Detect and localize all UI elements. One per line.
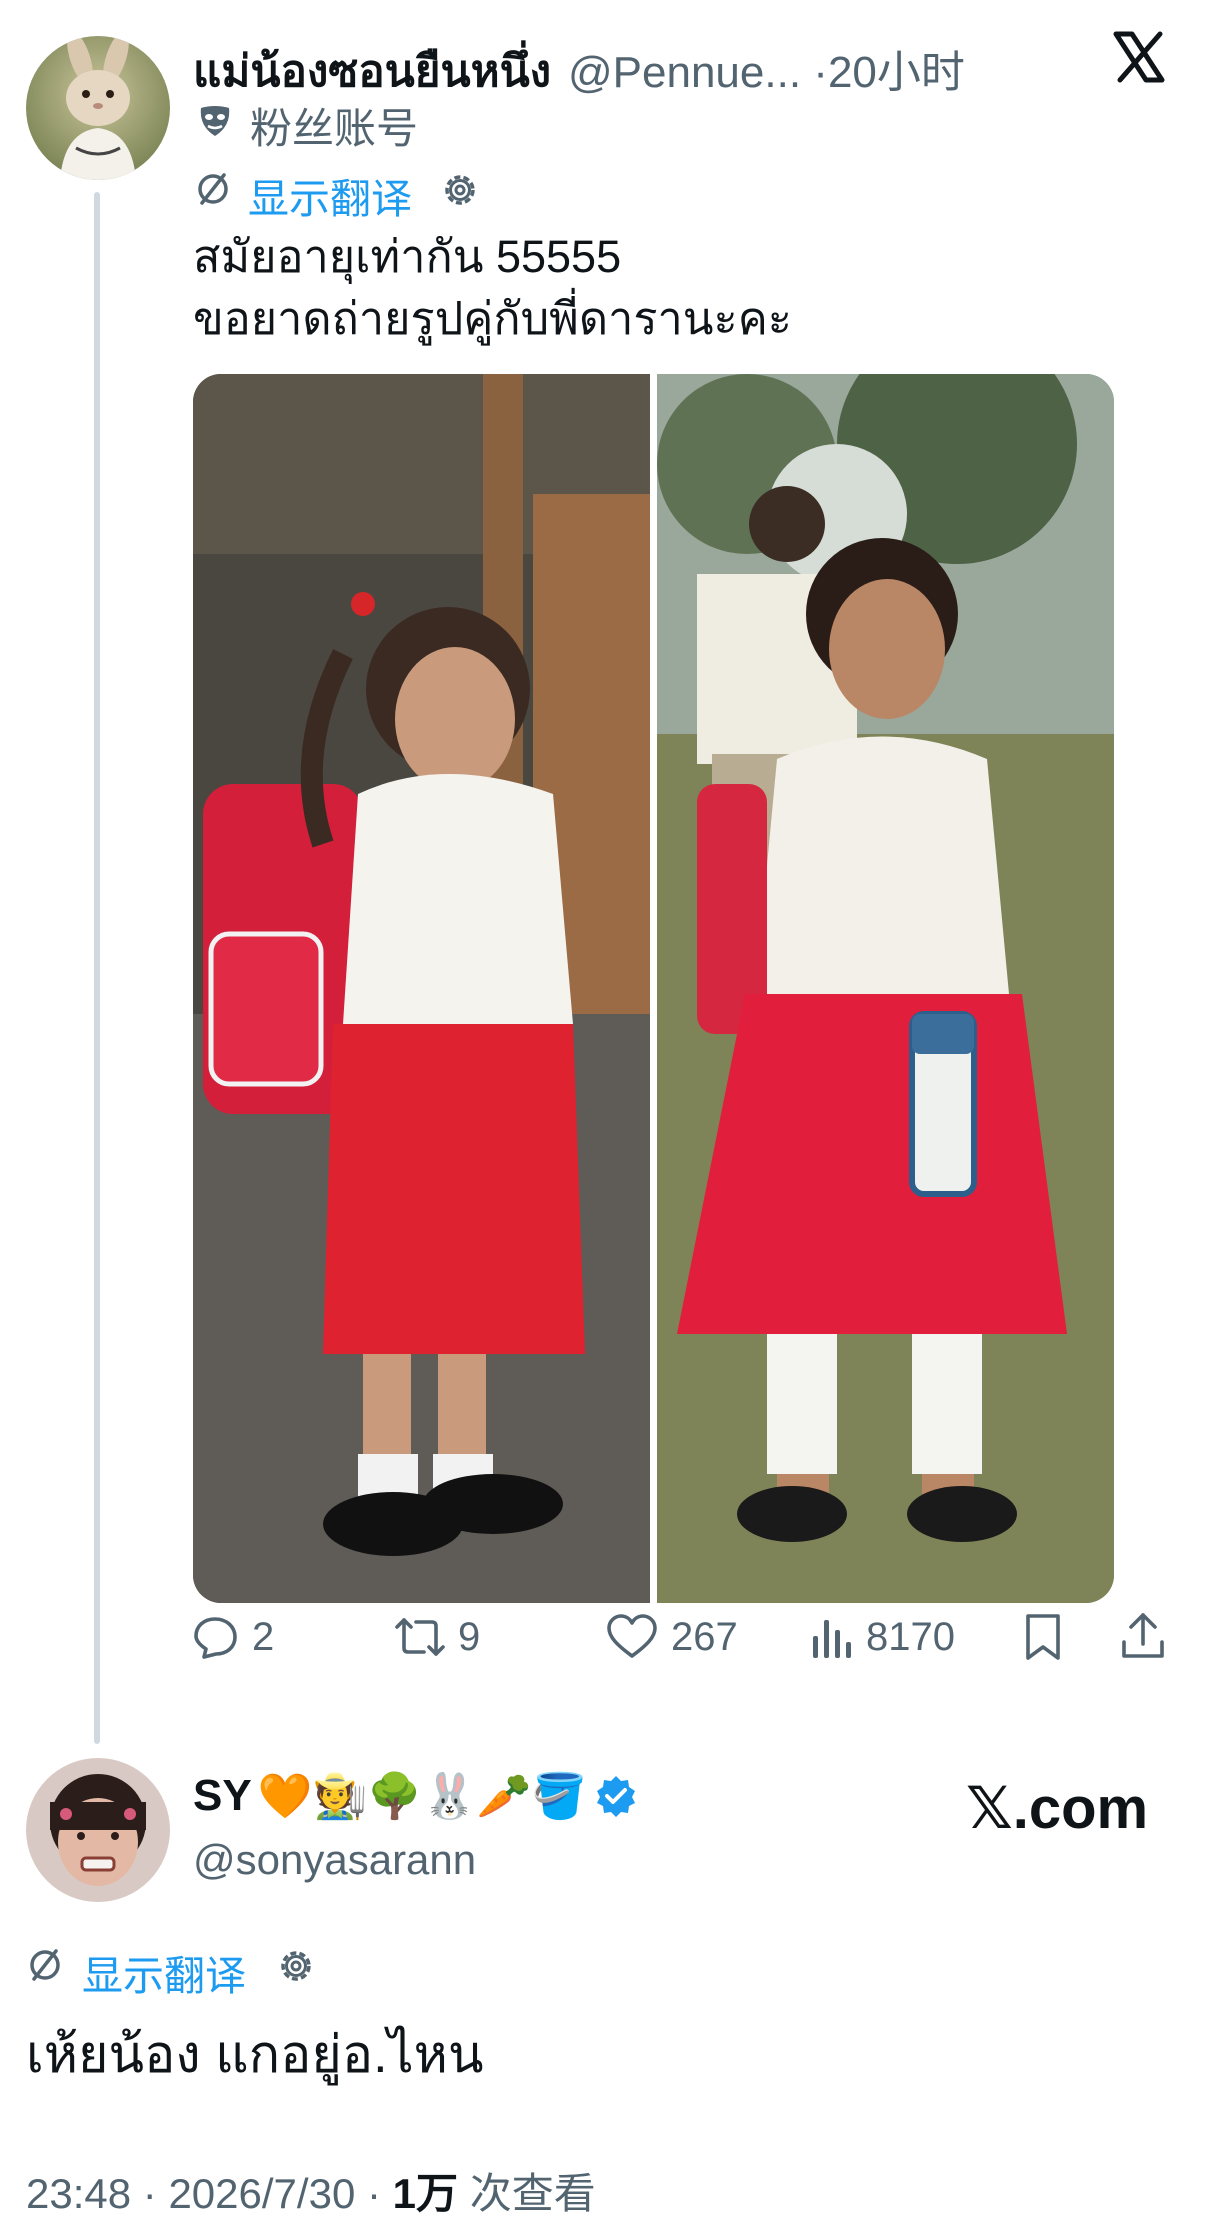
heart-icon <box>607 1614 657 1658</box>
reply-tweet-text: เห้ยน้อง แกอยู่อ.ไหน <box>26 2026 484 2084</box>
show-translation-link[interactable]: 显示翻译 <box>248 165 412 225</box>
tweet-media[interactable] <box>193 374 1114 1603</box>
repost-count: 9 <box>458 1614 481 1659</box>
verified-badge-icon <box>594 1774 638 1818</box>
avatar[interactable] <box>26 1758 170 1902</box>
views-count: 8170 <box>866 1614 955 1659</box>
reply-meta-row: 23:48 · 2026/7/30 · 1万 次查看 <box>26 2160 596 2221</box>
views-label: 次查看 <box>469 2170 596 2217</box>
like-count: 267 <box>671 1614 738 1659</box>
reply-display-name[interactable]: SY <box>193 1771 252 1821</box>
repost-icon <box>395 1618 445 1656</box>
repost-button[interactable]: 9 <box>394 1612 480 1662</box>
avatar[interactable] <box>26 36 170 180</box>
parent-handle[interactable]: @Pennue... <box>568 48 801 97</box>
gear-icon[interactable] <box>440 170 480 210</box>
separator-dot: · <box>366 2170 381 2217</box>
x-logo-mark: 𝕏 <box>966 1774 1013 1842</box>
reply-avatar-image <box>26 1758 170 1902</box>
bookmark-icon[interactable] <box>1020 1612 1066 1662</box>
media-divider <box>650 374 657 1603</box>
thread-connector-line <box>94 192 100 1744</box>
reply-button[interactable]: 2 <box>190 1612 274 1662</box>
parent-handle-line: @Pennue... ·20小时 <box>568 36 965 100</box>
reply-time[interactable]: 23:48 <box>26 2170 131 2217</box>
reply-count: 2 <box>252 1614 275 1659</box>
media-photo-left[interactable] <box>193 374 650 1603</box>
mask-icon <box>196 102 234 140</box>
watermark-domain: .com <box>1012 1776 1149 1841</box>
separator-dot: · <box>142 2170 157 2217</box>
translate-icon <box>194 170 232 208</box>
reply-name-row[interactable]: SY 🧡🧑‍🌾🌳🐰🥕🪣 <box>193 1770 638 1822</box>
x-logo-icon[interactable] <box>1112 30 1166 84</box>
views-button[interactable]: 8170 <box>810 1612 955 1662</box>
tweet-text-line: ขอยาดถ่ายรูปคู่กับพี่ดารานะคะ <box>193 293 792 344</box>
views-icon <box>813 1620 851 1658</box>
tweet-text-line: สมัยอายุเท่ากัน 55555 <box>193 231 622 282</box>
fan-account-label: 粉丝账号 <box>250 105 419 152</box>
parent-time-ago[interactable]: 20小时 <box>828 48 965 97</box>
bunny-avatar-image <box>26 36 170 180</box>
media-photo-right[interactable] <box>657 374 1114 1603</box>
parent-tweet-text: สมัยอายุเท่ากัน 55555 ขอยาดถ่ายรูปคู่กับ… <box>193 226 792 350</box>
reply-icon <box>194 1617 237 1659</box>
separator-dot: · <box>813 48 828 97</box>
name-emoji: 🧡🧑‍🌾🌳🐰🥕🪣 <box>257 1772 587 1821</box>
views-count: 1万 <box>392 2170 459 2217</box>
x-dot-com-watermark: 𝕏.com <box>966 1774 1148 1842</box>
share-icon[interactable] <box>1118 1610 1168 1662</box>
translate-icon <box>26 1946 64 1984</box>
show-translation-link[interactable]: 显示翻译 <box>82 1942 246 2002</box>
like-button[interactable]: 267 <box>605 1612 738 1662</box>
gear-icon[interactable] <box>276 1946 316 1986</box>
reply-date[interactable]: 2026/7/30 <box>168 2170 355 2217</box>
reply-handle[interactable]: @sonyasarann <box>193 1836 476 1884</box>
